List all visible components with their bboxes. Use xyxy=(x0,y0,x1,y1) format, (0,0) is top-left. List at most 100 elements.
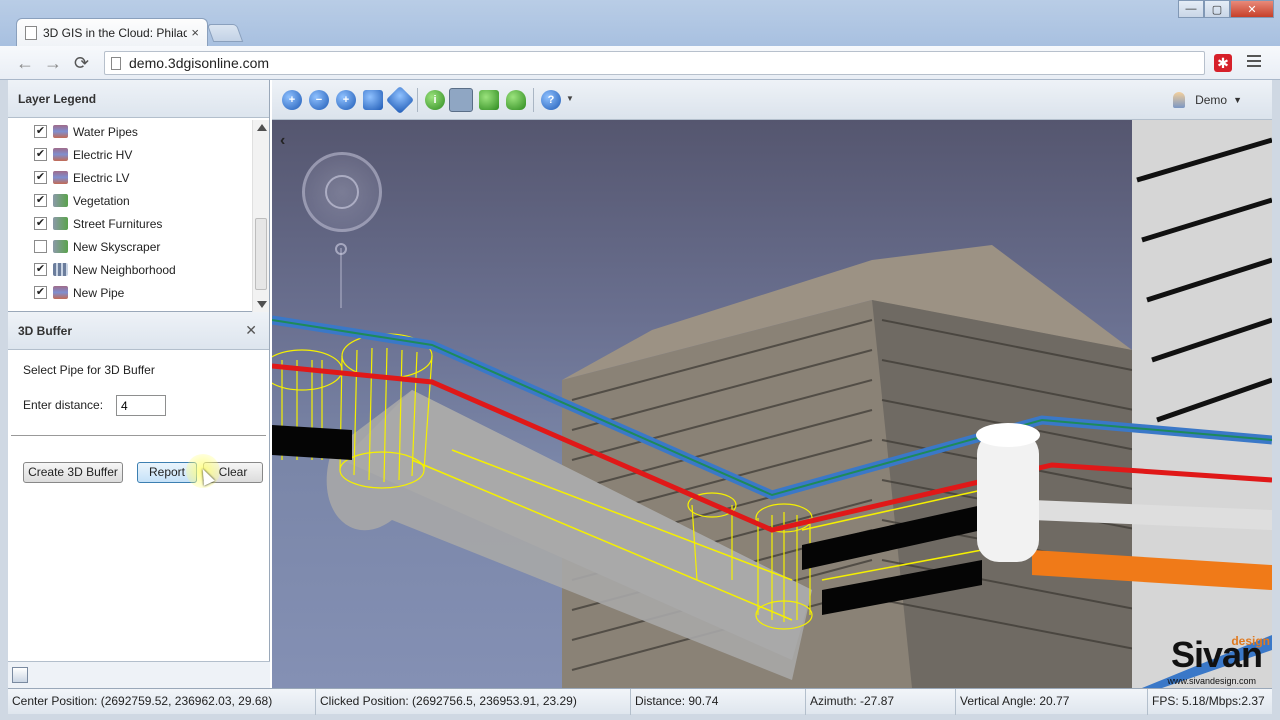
legend-item[interactable]: New Skyscraper xyxy=(8,235,269,258)
page-favicon-icon xyxy=(25,25,37,40)
legend-item-label: Street Furnitures xyxy=(73,216,163,231)
lightbulb-icon[interactable] xyxy=(506,90,526,110)
legend-item[interactable]: ✔ Street Furnitures xyxy=(8,212,269,235)
browser-titlebar: 3D GIS in the Cloud: Philad × — ▢ ✕ xyxy=(0,0,1280,46)
pan-icon[interactable] xyxy=(385,85,415,115)
legend-item[interactable]: ✔ Vegetation xyxy=(8,189,269,212)
layer-checkbox[interactable] xyxy=(34,240,47,253)
pipe-layer-icon xyxy=(53,148,68,161)
legend-item-label: New Neighborhood xyxy=(73,262,176,277)
user-name: Demo xyxy=(1195,93,1228,107)
layer-checkbox[interactable]: ✔ xyxy=(34,148,47,161)
legend-item[interactable]: ✔ New Neighborhood xyxy=(8,258,269,281)
tree-layer-icon xyxy=(53,217,68,230)
tab-title: 3D GIS in the Cloud: Philad xyxy=(43,25,188,40)
collapse-panel-icon[interactable]: ‹ xyxy=(280,132,285,150)
scroll-thumb[interactable] xyxy=(255,218,267,290)
legend-item-label: Electric HV xyxy=(73,147,133,162)
user-menu[interactable]: Demo ▼ xyxy=(1173,92,1242,108)
3d-scene xyxy=(272,120,1272,688)
browser-toolbar: ← → ⟳ demo.3dgisonline.com ✱ xyxy=(0,46,1280,80)
gis-app: Layer Legend ✔ Water Pipes ✔ Electric HV ✔ El… xyxy=(8,80,1272,715)
layer-checkbox[interactable]: ✔ xyxy=(34,171,47,184)
maximize-button[interactable]: ▢ xyxy=(1204,0,1230,18)
tab-close-icon[interactable]: × xyxy=(191,25,199,40)
3d-box-icon[interactable] xyxy=(479,90,499,110)
url-text[interactable]: demo.3dgisonline.com xyxy=(129,55,269,71)
layer-checkbox[interactable]: ✔ xyxy=(34,217,47,230)
pipe-layer-icon xyxy=(53,286,68,299)
pipe-layer-icon xyxy=(53,125,68,138)
legend-item[interactable]: ✔ New Pipe xyxy=(8,281,269,304)
buffer-panel-title: 3D Buffer xyxy=(18,323,73,338)
legend-item-label: Electric LV xyxy=(73,170,130,185)
legend-item-label: Water Pipes xyxy=(73,124,138,139)
layer-checkbox[interactable]: ✔ xyxy=(34,263,47,276)
user-icon xyxy=(1173,92,1186,108)
sidebar: Layer Legend ✔ Water Pipes ✔ Electric HV ✔ El… xyxy=(8,80,270,688)
zoom-slider[interactable] xyxy=(340,248,342,308)
browser-menu-icon[interactable] xyxy=(1247,55,1261,70)
new-tab-button[interactable] xyxy=(206,24,244,42)
legend-item-label: New Skyscraper xyxy=(73,239,161,254)
extension-icon[interactable]: ✱ xyxy=(1214,54,1232,72)
layer-legend-header: Layer Legend xyxy=(8,80,269,118)
zoom-in-icon[interactable]: + xyxy=(282,90,302,110)
reload-icon[interactable]: ⟳ xyxy=(74,53,89,74)
map-toolbar: + − + i ? ▼ Demo ▼ xyxy=(272,80,1272,120)
layer-legend-title: Layer Legend xyxy=(18,91,97,106)
bookmark-icon[interactable] xyxy=(363,90,383,110)
create-3d-buffer-button[interactable]: Create 3D Buffer xyxy=(23,462,123,483)
vertical-angle-readout: Vertical Angle: 20.77 xyxy=(956,689,1148,715)
scroll-down-icon[interactable] xyxy=(257,301,267,308)
zoom-slider-knob[interactable] xyxy=(335,243,347,255)
help-icon[interactable]: ? xyxy=(541,90,561,110)
back-arrow-icon[interactable]: ← xyxy=(16,53,34,74)
legend-item[interactable]: ✔ Electric HV xyxy=(8,143,269,166)
distance-readout: Distance: 90.74 xyxy=(631,689,806,715)
browser-tab[interactable]: 3D GIS in the Cloud: Philad × xyxy=(16,18,208,46)
document-icon[interactable] xyxy=(12,667,28,683)
tree-layer-icon xyxy=(53,240,68,253)
forward-arrow-icon[interactable]: → xyxy=(44,53,62,74)
help-caret-icon[interactable]: ▼ xyxy=(566,94,574,103)
close-icon[interactable]: ✕ xyxy=(245,322,257,339)
layer-checkbox[interactable]: ✔ xyxy=(34,194,47,207)
sivan-watermark-logo: Sivan xyxy=(1170,634,1263,675)
zoom-out-icon[interactable]: − xyxy=(309,90,329,110)
toolbar-separator xyxy=(417,88,418,112)
page-icon xyxy=(111,56,121,70)
3d-map-viewport[interactable]: ‹ design Sivan www.sivandesign.com xyxy=(272,120,1272,688)
distance-input[interactable] xyxy=(116,395,166,416)
legend-scrollbar[interactable] xyxy=(252,120,269,312)
scroll-up-icon[interactable] xyxy=(257,124,267,131)
legend-item[interactable]: ✔ Water Pipes xyxy=(8,120,269,143)
buffer-panel-header: 3D Buffer ✕ xyxy=(8,312,269,350)
building-layer-icon xyxy=(53,263,68,276)
fps-readout: FPS: 5.18/Mbps:2.37 xyxy=(1152,694,1265,708)
zoom-extent-icon[interactable]: + xyxy=(336,90,356,110)
status-bar: Center Position: (2692759.52, 236962.03,… xyxy=(8,688,1272,715)
black-pipe-left xyxy=(272,425,352,460)
toolbar-separator xyxy=(533,88,534,112)
distance-label: Enter distance: xyxy=(23,398,104,412)
chevron-down-icon: ▼ xyxy=(1233,95,1242,105)
legend-item-label: Vegetation xyxy=(73,193,130,208)
legend-item[interactable]: ✔ Electric LV xyxy=(8,166,269,189)
pipe-layer-icon xyxy=(53,171,68,184)
watermark-url: www.sivandesign.com xyxy=(1167,676,1256,686)
info-icon[interactable]: i xyxy=(425,90,445,110)
window-controls: — ▢ ✕ xyxy=(1178,0,1274,18)
center-position: Center Position: (2692759.52, 236962.03,… xyxy=(8,689,316,715)
minimize-button[interactable]: — xyxy=(1178,0,1204,18)
layer-checkbox[interactable]: ✔ xyxy=(34,125,47,138)
pipe-joint xyxy=(977,432,1039,562)
navigation-wheel-icon[interactable] xyxy=(302,152,382,232)
address-bar[interactable]: demo.3dgisonline.com xyxy=(104,51,1205,75)
legend-item-label: New Pipe xyxy=(73,285,125,300)
pipe-tool-icon[interactable] xyxy=(449,88,473,112)
layer-checkbox[interactable]: ✔ xyxy=(34,286,47,299)
layer-legend-list: ✔ Water Pipes ✔ Electric HV ✔ Electric LV ✔ Veg… xyxy=(8,120,269,312)
window-close-button[interactable]: ✕ xyxy=(1230,0,1274,18)
sidebar-footer xyxy=(8,661,270,688)
